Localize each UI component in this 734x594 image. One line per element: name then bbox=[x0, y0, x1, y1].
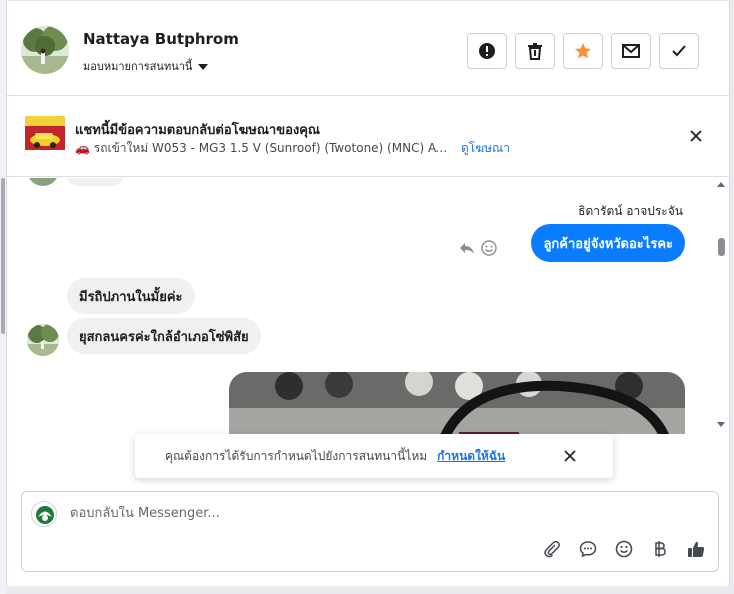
close-toast-button[interactable] bbox=[563, 449, 577, 463]
ad-banner-title: แชทนี้มีข้อความตอบกลับต่อโฆษณาของคุณ bbox=[75, 123, 320, 138]
close-banner-button[interactable] bbox=[687, 127, 705, 145]
mark-done-button[interactable] bbox=[659, 33, 699, 69]
reply-composer bbox=[21, 491, 719, 572]
assign-prompt-text: คุณต้องการได้รับการกำหนดไปยังการสนทนานี้… bbox=[165, 448, 428, 463]
message-actions bbox=[459, 240, 497, 256]
scroll-down-arrow-icon[interactable] bbox=[717, 422, 725, 427]
composer-toolbar bbox=[542, 539, 706, 559]
sender-avatar-partial bbox=[27, 178, 59, 186]
outgoing-sender-name: ธิดารัตน์ อาจประจัน bbox=[578, 204, 683, 218]
thumbs-up-icon bbox=[688, 541, 705, 557]
app-window: Nattaya Butphrom มอบหมายการสนทนานี้ แชทน… bbox=[0, 0, 734, 594]
assign-to-me-link[interactable]: กำหนดให้ฉัน bbox=[437, 447, 505, 466]
ad-car-text: 🚗 รถเข้าใหม่ W053 - MG3 1.5 V (Sunroof) … bbox=[75, 141, 453, 155]
assign-prompt-toast: คุณต้องการได้รับการกำหนดไปยังการสนทนานี้… bbox=[135, 434, 613, 478]
alert-icon bbox=[479, 43, 495, 59]
like-button[interactable] bbox=[686, 539, 706, 559]
ad-reply-banner: แชทนี้มีข้อความตอบกลับต่อโฆษณาของคุณ 🚗 ร… bbox=[7, 97, 729, 177]
contact-name: Nattaya Butphrom bbox=[83, 30, 239, 48]
star-button[interactable] bbox=[563, 33, 603, 69]
emoji-button[interactable] bbox=[614, 539, 634, 559]
conversation-panel: Nattaya Butphrom มอบหมายการสนทนานี้ แชทน… bbox=[6, 0, 730, 586]
star-icon bbox=[575, 43, 591, 59]
emoji-icon bbox=[615, 540, 633, 558]
chat-bubble-icon bbox=[579, 541, 597, 558]
emoji-reaction-icon[interactable] bbox=[481, 240, 497, 256]
trash-icon bbox=[528, 43, 542, 60]
incoming-message-bubble[interactable]: มีรถิปภานในมั้ยค่ะ bbox=[67, 278, 195, 314]
thread-scrollbar-thumb[interactable] bbox=[718, 238, 725, 256]
header-actions bbox=[467, 33, 699, 69]
thread-scrollbar[interactable] bbox=[715, 178, 727, 434]
view-ad-link[interactable]: ดูโฆษณา bbox=[461, 139, 510, 158]
attach-icon bbox=[544, 540, 560, 558]
reply-input[interactable] bbox=[70, 506, 670, 521]
delete-button[interactable] bbox=[515, 33, 555, 69]
incoming-message-bubble[interactable]: ยุสกลนครค่ะใกล้อำเภอโซ่พิสัย bbox=[67, 318, 261, 354]
close-icon bbox=[690, 130, 702, 142]
outgoing-message-bubble[interactable]: ลูกค้าอยู่จังหวัดอะไรคะ bbox=[531, 224, 685, 262]
ad-thumbnail[interactable] bbox=[25, 116, 65, 156]
mail-icon bbox=[622, 44, 640, 58]
reply-icon[interactable] bbox=[459, 241, 475, 255]
message-thread: ธิดารัตน์ อาจประจัน ลูกค้าอยู่จังหวัดอะไ… bbox=[7, 178, 729, 434]
scroll-up-arrow-icon[interactable] bbox=[717, 182, 725, 187]
ad-banner-subtitle: 🚗 รถเข้าใหม่ W053 - MG3 1.5 V (Sunroof) … bbox=[75, 139, 510, 158]
assign-label: มอบหมายการสนทนานี้ bbox=[83, 60, 193, 73]
left-scrollbar-thumb[interactable] bbox=[1, 178, 5, 334]
caret-down-icon bbox=[198, 63, 209, 70]
conversation-header: Nattaya Butphrom มอบหมายการสนทนานี้ bbox=[7, 0, 729, 96]
payment-button[interactable] bbox=[650, 539, 670, 559]
message-bubble-partial bbox=[65, 178, 125, 186]
image-attachment[interactable] bbox=[229, 372, 685, 434]
contact-avatar[interactable] bbox=[21, 26, 69, 74]
page-avatar bbox=[31, 501, 57, 527]
assign-dropdown[interactable]: มอบหมายการสนทนานี้ bbox=[83, 57, 209, 75]
attach-button[interactable] bbox=[542, 539, 562, 559]
mail-button[interactable] bbox=[611, 33, 651, 69]
saved-replies-button[interactable] bbox=[578, 539, 598, 559]
report-button[interactable] bbox=[467, 33, 507, 69]
contact-avatar-small bbox=[27, 324, 59, 356]
check-icon bbox=[672, 45, 686, 57]
baht-icon bbox=[655, 541, 666, 557]
close-icon bbox=[564, 450, 576, 462]
